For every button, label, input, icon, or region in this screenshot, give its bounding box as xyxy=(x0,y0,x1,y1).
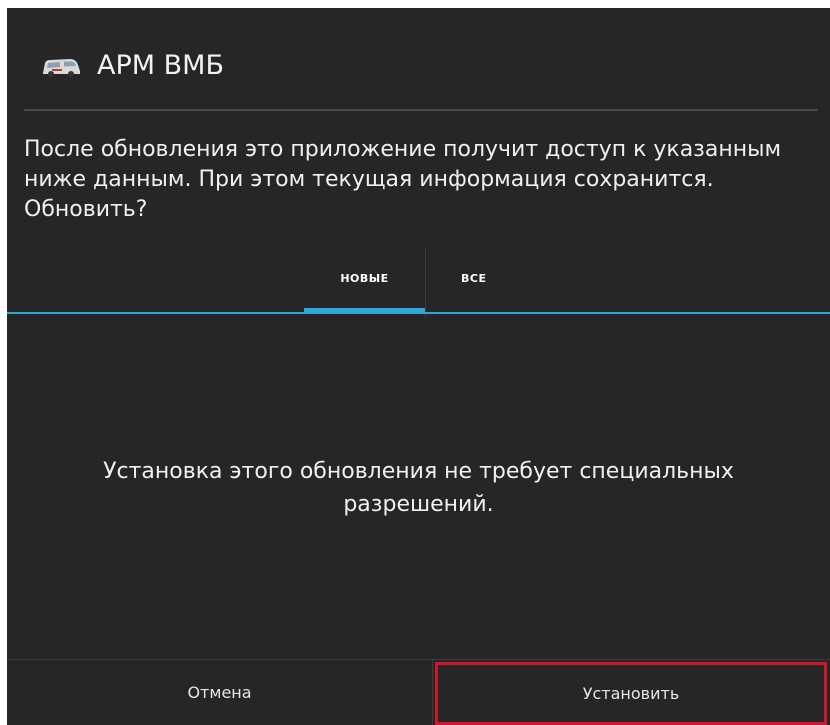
tab-new-label: НОВЫЕ xyxy=(340,272,389,285)
update-dialog: АРМ ВМБ После обновления это приложение … xyxy=(7,8,830,725)
no-permissions-line1: Установка этого обновления не требует сп… xyxy=(103,459,734,484)
button-separator xyxy=(432,659,433,725)
tab-selected-indicator xyxy=(304,308,425,314)
cancel-button[interactable]: Отмена xyxy=(7,660,432,725)
no-permissions-line2: разрешений. xyxy=(343,492,494,517)
permissions-tabbar: НОВЫЕ ВСЕ xyxy=(7,246,830,322)
install-button[interactable]: Установить xyxy=(435,662,827,725)
tab-all-label: ВСЕ xyxy=(461,272,487,285)
no-permissions-message: Установка этого обновления не требует сп… xyxy=(7,455,830,521)
tab-separator xyxy=(425,248,426,318)
update-message: После обновления это приложение получит … xyxy=(24,137,782,222)
ambulance-icon xyxy=(40,55,82,79)
header-divider xyxy=(24,109,818,111)
tab-all[interactable]: ВСЕ xyxy=(427,246,547,322)
dialog-header: АРМ ВМБ xyxy=(7,8,830,111)
app-title: АРМ ВМБ xyxy=(97,50,224,81)
